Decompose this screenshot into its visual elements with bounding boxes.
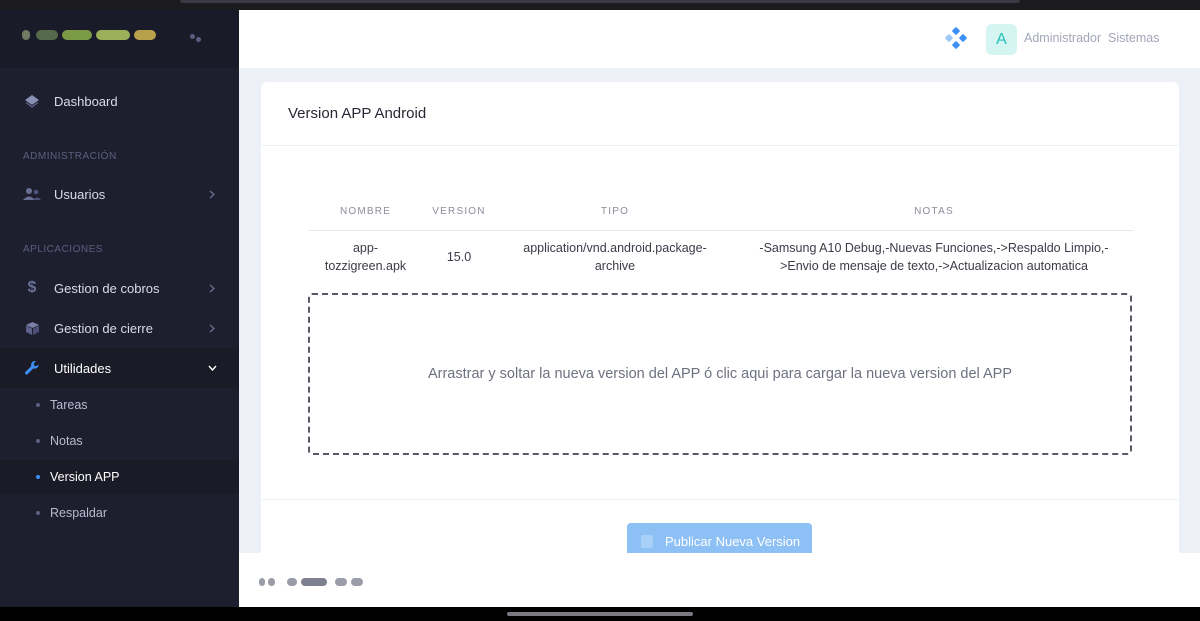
sidebar-item-utilidades[interactable]: Utilidades	[0, 348, 239, 388]
sidebar-item-label: Gestion de cierre	[54, 320, 153, 336]
sidebar-item-label: Gestion de cobros	[54, 280, 160, 296]
home-indicator-bar	[0, 607, 1200, 621]
chevron-right-icon	[207, 283, 217, 293]
table-header-row: NOMBRE VERSION TIPO NOTAS	[308, 194, 1133, 231]
footer	[239, 553, 1200, 607]
card-title: Version APP Android	[288, 105, 427, 122]
avatar[interactable]: A	[986, 24, 1017, 55]
table-row: app-tozzigreen.apk 15.0 application/vnd.…	[308, 230, 1133, 283]
column-header-tipo: TIPO	[495, 194, 735, 231]
cell-nombre: app-tozzigreen.apk	[324, 240, 407, 273]
sidebar-item-usuarios[interactable]: Usuarios	[0, 175, 239, 213]
address-bar-edge	[180, 0, 1020, 3]
top-header: A Administrador Sistemas	[239, 10, 1200, 68]
sidebar-item-label: Dashboard	[54, 93, 118, 109]
dropzone-text: Arrastrar y soltar la nueva version del …	[427, 366, 1013, 382]
dollar-icon: $	[27, 279, 37, 296]
cell-notas: -Samsung A10 Debug,-Nuevas Funciones,->R…	[759, 240, 1109, 273]
brand-logo[interactable]	[0, 10, 239, 68]
versions-table: NOMBRE VERSION TIPO NOTAS app-tozzigreen…	[308, 194, 1133, 283]
chevron-right-icon	[207, 189, 217, 199]
divider	[261, 145, 1179, 146]
sidebar-subitem-label: Notas	[50, 434, 83, 448]
sidebar-subitem-notas[interactable]: Notas	[0, 424, 239, 458]
main-content: A Administrador Sistemas Version APP And…	[239, 10, 1200, 607]
cell-tipo: application/vnd.android.package-archive	[523, 240, 707, 273]
cell-version: 15.0	[446, 249, 472, 264]
sidebar-subitem-respaldar[interactable]: Respaldar	[0, 496, 239, 530]
box-icon	[22, 318, 42, 338]
sidebar-subitem-label: Version APP	[50, 470, 120, 484]
home-indicator	[507, 612, 693, 616]
logo-mark	[190, 34, 202, 42]
sidebar-subitem-tareas[interactable]: Tareas	[0, 388, 239, 422]
sidebar-item-label: Usuarios	[54, 186, 106, 202]
bullet-dot	[36, 403, 40, 407]
column-header-notas: NOTAS	[735, 194, 1133, 231]
sidebar-item-label: Utilidades	[54, 360, 112, 376]
button-label: Publicar Nueva Version	[665, 533, 801, 549]
section-title-admin: ADMINISTRACIÓN	[23, 151, 117, 162]
sidebar-item-cobros[interactable]: $ Gestion de cobros	[0, 269, 239, 307]
bullet-dot	[36, 511, 40, 515]
bullet-dot	[36, 475, 40, 479]
sidebar-subitem-label: Respaldar	[50, 506, 107, 520]
sidebar-subitem-version-app[interactable]: Version APP	[0, 460, 239, 494]
chevron-down-icon	[207, 363, 217, 373]
sidebar: Dashboard ADMINISTRACIÓN Usuarios APLICA…	[0, 10, 239, 607]
logo-image	[22, 26, 162, 46]
file-icon	[641, 535, 653, 548]
section-title-apps: APLICACIONES	[23, 244, 103, 255]
version-card: Version APP Android NOMBRE VERSION TIPO …	[261, 82, 1179, 602]
layers-icon	[22, 91, 42, 111]
sidebar-subitem-label: Tareas	[50, 398, 88, 412]
user-name[interactable]: Administrador Sistemas	[1024, 31, 1159, 45]
chevron-right-icon	[207, 323, 217, 333]
upload-dropzone[interactable]: Arrastrar y soltar la nueva version del …	[308, 293, 1132, 455]
column-header-nombre: NOMBRE	[308, 194, 423, 231]
divider	[261, 499, 1179, 500]
footer-logo	[259, 575, 369, 589]
bullet-dot	[36, 439, 40, 443]
wrench-icon	[22, 358, 42, 378]
browser-top-strip	[0, 0, 1200, 10]
sidebar-item-cierre[interactable]: Gestion de cierre	[0, 309, 239, 347]
column-header-version: VERSION	[423, 194, 495, 231]
apps-diamond-icon[interactable]	[944, 26, 968, 50]
sidebar-item-dashboard[interactable]: Dashboard	[0, 82, 239, 120]
users-icon	[22, 184, 42, 204]
